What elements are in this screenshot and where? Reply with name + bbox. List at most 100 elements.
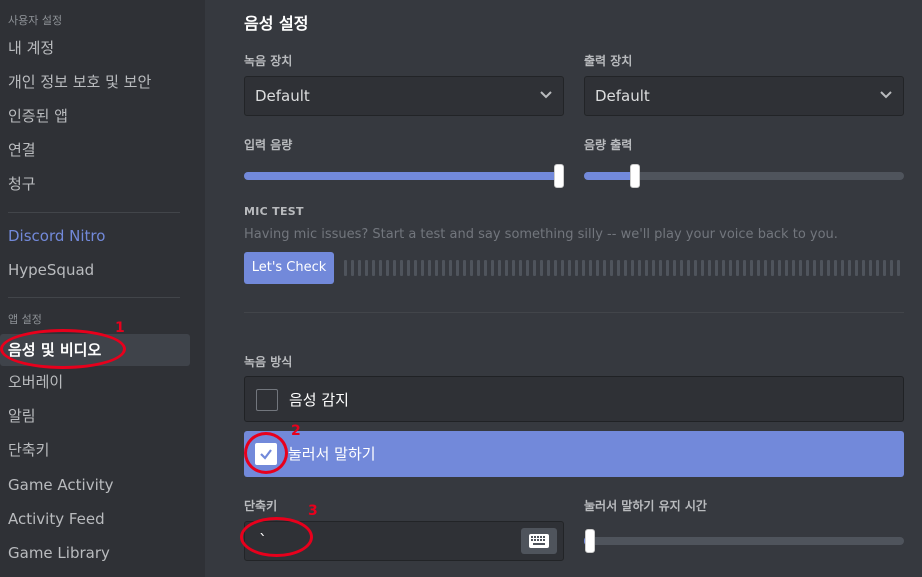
sidebar-item-overlay[interactable]: 오버레이 [0,366,190,398]
mic-level-bar [666,260,669,276]
ptt-delay-handle[interactable] [585,529,596,553]
mic-level-bar [610,260,613,276]
voice-settings-panel: 음성 설정 녹음 장치 Default 출력 장치 Default 입력 음량 … [205,0,922,577]
annotation-circle-2 [244,432,288,474]
input-volume-slider[interactable] [244,164,564,188]
mic-level-bar [841,260,844,276]
mic-level-bar [729,260,732,276]
mic-level-bar [603,260,606,276]
output-device-select[interactable]: Default [584,76,904,116]
shortcut-label: 단축키 [244,499,278,513]
mic-level-bar [883,260,886,276]
mic-level-bar [414,260,417,276]
sidebar-item-connections[interactable]: 연결 [0,134,190,166]
mic-level-bar [897,260,900,276]
mic-level-bar [498,260,501,276]
mic-level-bar [477,260,480,276]
mic-level-bar [750,260,753,276]
lets-check-button[interactable]: Let's Check [244,252,334,284]
mic-level-bar [379,260,382,276]
mic-level-bar [365,260,368,276]
annotation-number-1: 1 [115,320,125,336]
annotation-number-3: 3 [308,503,318,519]
mic-level-bar [435,260,438,276]
mic-level-bar [645,260,648,276]
voice-activity-label: 음성 감지 [289,391,349,409]
mic-test-title: MIC TEST [244,205,304,218]
sidebar-item-keybinds[interactable]: 단축키 [0,434,190,466]
voice-activity-checkbox[interactable] [256,389,278,411]
output-device-label: 출력 장치 [584,54,633,68]
sidebar-item-privacy-safety[interactable]: 개인 정보 보호 및 보안 [0,66,190,98]
ptt-delay-label: 눌러서 말하기 유지 시간 [584,499,707,513]
sidebar-item-authorized-apps[interactable]: 인증된 앱 [0,100,190,132]
push-to-talk-label: 눌러서 말하기 [288,445,376,463]
mic-level-bar [757,260,760,276]
input-device-select[interactable]: Default [244,76,564,116]
input-volume-handle[interactable] [554,164,564,188]
mic-level-bar [715,260,718,276]
mic-level-bar [855,260,858,276]
mic-level-bar [491,260,494,276]
mic-level-bar [463,260,466,276]
mic-level-bar [673,260,676,276]
mic-level-bar [442,260,445,276]
input-mode-voice-activity[interactable]: 음성 감지 [244,376,904,422]
mic-level-bar [512,260,515,276]
mic-level-bar [372,260,375,276]
sidebar-divider [8,297,180,298]
mic-level-bar [358,260,361,276]
chevron-down-icon [540,91,552,99]
input-mode-label: 녹음 방식 [244,355,293,369]
annotation-number-2: 2 [291,423,301,439]
sidebar-item-game-library[interactable]: Game Library [0,537,190,569]
sidebar-item-notifications[interactable]: 알림 [0,400,190,432]
mic-level-bar [393,260,396,276]
mic-level-bar [568,260,571,276]
mic-level-bar [589,260,592,276]
input-volume-label: 입력 음량 [244,138,293,152]
app-settings-header: 앱 설정 [8,313,42,326]
mic-level-bar [799,260,802,276]
sidebar-item-game-activity[interactable]: Game Activity [0,469,190,501]
mic-level-bar [764,260,767,276]
mic-level-bar [694,260,697,276]
mic-level-bar [792,260,795,276]
mic-level-bar [617,260,620,276]
mic-level-bar [421,260,424,276]
user-settings-header: 사용자 설정 [8,14,63,27]
sidebar-item-activity-feed[interactable]: Activity Feed [0,503,190,535]
input-mode-push-to-talk[interactable]: 눌러서 말하기 [244,431,904,477]
output-volume-handle[interactable] [630,164,641,188]
mic-level-bar [813,260,816,276]
mic-level-bar [869,260,872,276]
sidebar-item-nitro[interactable]: Discord Nitro [0,220,190,252]
mic-level-bar [624,260,627,276]
section-divider [244,312,904,313]
mic-level-bar [582,260,585,276]
settings-sidebar: 사용자 설정 내 계정 개인 정보 보호 및 보안 인증된 앱 연결 청구 Di… [0,0,205,577]
record-keybind-button[interactable] [521,528,557,554]
sidebar-divider [8,212,180,213]
sidebar-item-hypesquad[interactable]: HypeSquad [0,254,190,286]
mic-level-bar [638,260,641,276]
mic-level-bar [596,260,599,276]
mic-level-bar [386,260,389,276]
mic-level-bar [687,260,690,276]
ptt-delay-slider[interactable] [584,529,904,553]
mic-level-bar [743,260,746,276]
mic-level-bar [519,260,522,276]
mic-level-bar [771,260,774,276]
output-volume-slider[interactable] [584,164,904,188]
mic-level-bar [820,260,823,276]
output-volume-fill [584,172,636,180]
mic-level-bar [407,260,410,276]
mic-level-bar [575,260,578,276]
sidebar-item-billing[interactable]: 청구 [0,168,190,200]
mic-level-bar [547,260,550,276]
sidebar-item-my-account[interactable]: 내 계정 [0,32,190,64]
mic-level-bar [533,260,536,276]
mic-level-bar [848,260,851,276]
mic-level-bar [470,260,473,276]
mic-level-bar [834,260,837,276]
